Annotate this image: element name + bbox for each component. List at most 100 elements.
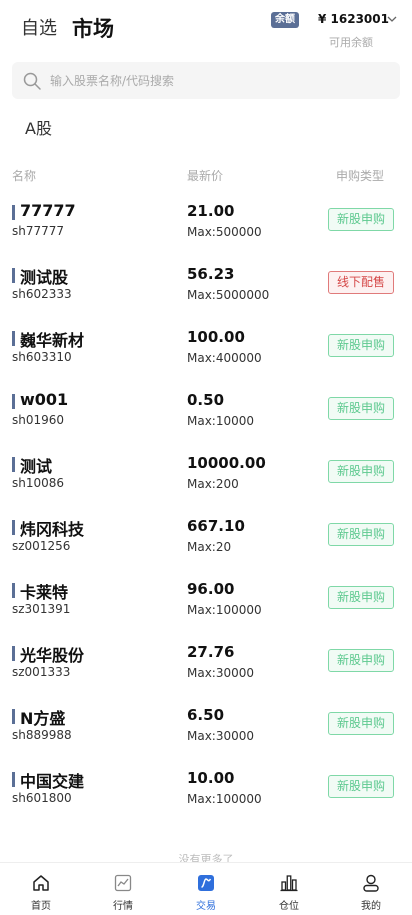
stock-name: N方盛	[20, 709, 66, 728]
header: 自选 市场 余额 ¥ 1623001 可用余额	[0, 0, 412, 56]
stock-price: 6.50	[187, 706, 225, 724]
tab-market[interactable]: 市场	[72, 13, 114, 43]
row-marker	[12, 646, 15, 661]
stock-code: sh601800	[12, 791, 72, 805]
stock-code: sz001333	[12, 665, 71, 679]
subscribe-type-button[interactable]: 新股申购	[328, 523, 394, 546]
table-row[interactable]: 光华股份 sz001333 27.76 Max:30000 新股申购	[0, 639, 412, 702]
chevron-down-icon[interactable]	[386, 13, 398, 25]
row-marker	[12, 772, 15, 787]
bars-icon	[280, 875, 298, 892]
stock-max: Max:400000	[187, 351, 262, 365]
row-marker	[12, 331, 15, 346]
home-icon	[33, 875, 49, 891]
balance-value[interactable]: ¥ 1623001	[318, 12, 389, 26]
subscribe-type-button[interactable]: 新股申购	[328, 397, 394, 420]
stock-max: Max:30000	[187, 729, 255, 743]
balance-badge: 余额	[271, 12, 299, 28]
subscribe-type-button[interactable]: 新股申购	[328, 649, 394, 672]
chart-icon	[114, 874, 132, 892]
row-marker	[12, 205, 15, 220]
subscribe-type-button[interactable]: 线下配售	[328, 271, 394, 294]
tab-label: 行情	[113, 901, 133, 912]
stock-max: Max:200	[187, 477, 239, 491]
table-row[interactable]: 炜冈科技 sz001256 667.10 Max:20 新股申购	[0, 513, 412, 576]
stock-name: 光华股份	[20, 646, 85, 665]
table-row[interactable]: w001 sh01960 0.50 Max:10000 新股申购	[0, 387, 412, 450]
stock-name: 77777	[20, 201, 76, 220]
tab-label: 我的	[361, 901, 381, 912]
trade-icon	[198, 875, 214, 891]
stock-code: sh77777	[12, 224, 65, 238]
stock-name: 测试	[20, 457, 53, 476]
row-marker	[12, 583, 15, 598]
bottom-tab-bar: 首页 行情 交易 仓位 我的	[0, 862, 412, 915]
stock-max: Max:100000	[187, 603, 262, 617]
column-header-name: 名称	[12, 169, 37, 183]
row-marker	[12, 520, 15, 535]
tab-watchlist[interactable]: 自选	[21, 14, 57, 40]
table-row[interactable]: 测试股 sh602333 56.23 Max:5000000 线下配售	[0, 261, 412, 324]
stock-name: w001	[20, 390, 69, 409]
search-bar[interactable]	[12, 62, 400, 99]
stock-max: Max:10000	[187, 414, 255, 428]
stock-price: 0.50	[187, 391, 225, 409]
tab-a-shares[interactable]: A股	[25, 115, 52, 139]
table-row[interactable]: 77777 sh77777 21.00 Max:500000 新股申购	[0, 198, 412, 261]
stock-name: 巍华新材	[20, 331, 85, 350]
column-header-price: 最新价	[187, 169, 224, 183]
tab-label: 仓位	[279, 901, 299, 912]
table-row[interactable]: 中国交建 sh601800 10.00 Max:100000 新股申购	[0, 765, 412, 828]
stock-max: Max:5000000	[187, 288, 270, 302]
subscribe-type-button[interactable]: 新股申购	[328, 208, 394, 231]
stock-max: Max:500000	[187, 225, 262, 239]
stock-price: 10.00	[187, 769, 235, 787]
tab-quotes[interactable]: 行情	[93, 863, 153, 915]
stock-code: sz001256	[12, 539, 71, 553]
tab-home[interactable]: 首页	[11, 863, 71, 915]
stock-code: sh889988	[12, 728, 72, 742]
tab-positions[interactable]: 仓位	[259, 863, 319, 915]
table-row[interactable]: 巍华新材 sh603310 100.00 Max:400000 新股申购	[0, 324, 412, 387]
table-row[interactable]: 卡莱特 sz301391 96.00 Max:100000 新股申购	[0, 576, 412, 639]
stock-name: 炜冈科技	[20, 520, 85, 539]
stock-price: 100.00	[187, 328, 245, 346]
stock-name: 中国交建	[20, 772, 85, 791]
stock-max: Max:30000	[187, 666, 255, 680]
tab-label: 交易	[196, 901, 216, 912]
search-icon	[23, 72, 41, 90]
stock-code: sz301391	[12, 602, 71, 616]
stock-name: 卡莱特	[20, 583, 69, 602]
subscribe-type-button[interactable]: 新股申购	[328, 586, 394, 609]
subscribe-type-button[interactable]: 新股申购	[328, 334, 394, 357]
row-marker	[12, 457, 15, 472]
stock-price: 667.10	[187, 517, 245, 535]
search-input[interactable]	[50, 62, 390, 99]
stock-max: Max:100000	[187, 792, 262, 806]
stock-code: sh602333	[12, 287, 72, 301]
tab-label: 首页	[31, 901, 51, 912]
table-row[interactable]: N方盛 sh889988 6.50 Max:30000 新股申购	[0, 702, 412, 765]
stock-price: 10000.00	[187, 454, 266, 472]
stock-code: sh10086	[12, 476, 65, 490]
tab-profile[interactable]: 我的	[341, 863, 401, 915]
column-header-type: 申购类型	[336, 169, 385, 183]
stock-price: 96.00	[187, 580, 235, 598]
stock-code: sh01960	[12, 413, 65, 427]
user-icon	[363, 874, 379, 892]
stock-name: 测试股	[20, 268, 69, 287]
row-marker	[12, 268, 15, 283]
stock-price: 27.76	[187, 643, 235, 661]
stock-price: 21.00	[187, 202, 235, 220]
row-marker	[12, 709, 15, 724]
subscribe-type-button[interactable]: 新股申购	[328, 712, 394, 735]
ipo-list: 77777 sh77777 21.00 Max:500000 新股申购 测试股 …	[0, 198, 412, 828]
subscribe-type-button[interactable]: 新股申购	[328, 775, 394, 798]
subscribe-type-button[interactable]: 新股申购	[328, 460, 394, 483]
tab-trade[interactable]: 交易	[176, 863, 236, 915]
balance-label: 可用余额	[329, 36, 373, 49]
row-marker	[12, 394, 15, 409]
stock-max: Max:20	[187, 540, 232, 554]
table-row[interactable]: 测试 sh10086 10000.00 Max:200 新股申购	[0, 450, 412, 513]
stock-price: 56.23	[187, 265, 235, 283]
